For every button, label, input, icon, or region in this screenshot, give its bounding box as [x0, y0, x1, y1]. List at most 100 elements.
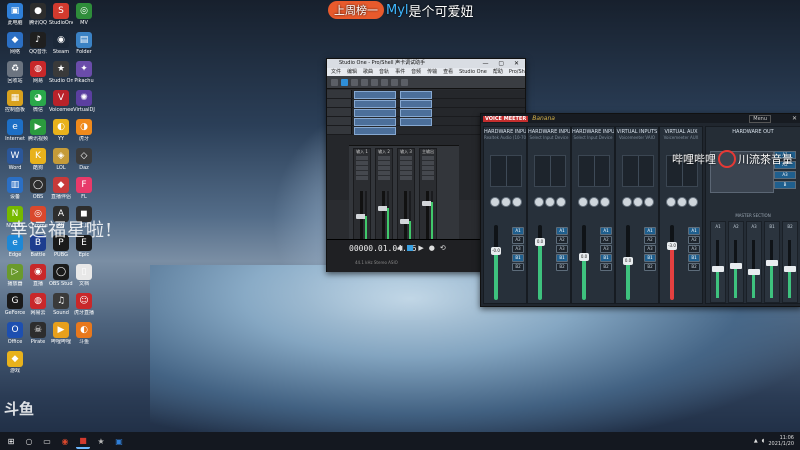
tool-eraser-icon[interactable] [371, 78, 378, 86]
strip-knob[interactable] [600, 197, 610, 207]
voicemeeter-window[interactable]: VOICE MEETER Banana Menu ✕ HARDWARE OUT … [480, 113, 800, 307]
desktop-icon[interactable]: ◈ LOL [49, 148, 73, 171]
output-bus-strip[interactable]: A2 [728, 221, 744, 303]
insert-slot[interactable] [400, 156, 412, 160]
tool-split-icon[interactable] [361, 78, 368, 86]
strip-knob[interactable] [578, 197, 588, 207]
gain-fader-track[interactable] [538, 225, 542, 300]
insert-slot[interactable] [356, 171, 368, 175]
output-fader-handle[interactable] [784, 266, 796, 272]
track-row[interactable] [327, 90, 525, 99]
studio-one-menubar[interactable]: 文件编辑歌曲音轨事件音频传输查看 Studio One 帮助 Pro/Shell 声卡… [327, 68, 525, 76]
menu-item[interactable]: 音频 [411, 69, 421, 75]
bus-route-button[interactable]: A1 [512, 227, 524, 235]
insert-slot[interactable] [356, 166, 368, 170]
bus-route-button[interactable]: A3 [556, 245, 568, 253]
strip-knob[interactable] [589, 197, 599, 207]
bus-route-button[interactable]: B1 [644, 254, 656, 262]
menu-item[interactable]: 传输 [427, 69, 437, 75]
pan-scope[interactable] [622, 155, 654, 187]
insert-slot[interactable] [356, 161, 368, 165]
bus-route-button[interactable]: A2 [600, 236, 612, 244]
input-strip[interactable]: HARDWARE INPUT 1Realtek Audio (10-70 O)-… [483, 126, 527, 304]
taskbar[interactable]: ⊞ ○ ▭ ◉ ■ ★ ▣ ▲ ◖ 11:06 2021/1/20 [0, 432, 800, 450]
input-strip[interactable]: VIRTUAL INPUTS Voicemeeter VAIO 0.0 A1 A2 A3 B… [615, 126, 659, 304]
insert-slot[interactable] [378, 161, 390, 165]
desktop-icon[interactable]: ▥ 设备 [3, 177, 27, 200]
desktop-icon[interactable]: ◐ 斗鱼 [72, 322, 96, 345]
play-button[interactable]: ▶ [418, 244, 423, 252]
tool-bend-icon[interactable] [401, 78, 408, 86]
strip-knob[interactable] [677, 197, 687, 207]
menu-item[interactable]: Studio One [459, 69, 487, 75]
desktop-icon[interactable]: ✦ Pikachu [72, 61, 96, 84]
desktop-icon[interactable]: ◐ YY [49, 119, 73, 142]
insert-slot[interactable] [400, 176, 412, 180]
pan-scope[interactable] [534, 155, 566, 187]
desktop-icon[interactable]: ★Studio One [49, 61, 73, 84]
output-bus-strip[interactable]: B2 [782, 221, 798, 303]
output-fader-handle[interactable] [730, 263, 742, 270]
insert-slot[interactable] [422, 166, 434, 170]
loop-button[interactable]: ⟲ [440, 244, 446, 252]
insert-slot[interactable] [422, 176, 434, 180]
output-fader-handle[interactable] [766, 260, 778, 267]
desktop-icon[interactable]: ▦ 控制面板 [3, 90, 27, 113]
desktop-icon[interactable]: ✺ VirtualDJ [72, 90, 96, 113]
rewind-icon[interactable]: ◀ [397, 244, 402, 252]
desktop-icon[interactable]: ▯ 文档 [72, 264, 96, 287]
stop-button[interactable] [407, 245, 414, 251]
output-bus-strip[interactable]: A3 [746, 221, 762, 303]
bus-route-button[interactable]: A3 [512, 245, 524, 253]
desktop-icon[interactable]: VVoicemeeter [49, 90, 73, 113]
gain-fader-handle[interactable]: 0.0 [535, 237, 545, 246]
desktop-icon[interactable]: G GeForce [3, 293, 27, 316]
menu-item[interactable]: 帮助 [493, 69, 503, 75]
desktop-icon[interactable]: ◑ 虎牙 [72, 119, 96, 142]
strip-knob[interactable] [501, 197, 511, 207]
desktop-icon[interactable]: ☠ Pirate [26, 322, 50, 345]
output-bus-strip[interactable]: A1 [710, 221, 726, 303]
strip-knob[interactable] [512, 197, 522, 207]
strip-device[interactable]: Realtek Audio (10-70 O) [484, 135, 526, 140]
bus-route-button[interactable]: B2 [512, 263, 524, 271]
strip-knob[interactable] [688, 197, 698, 207]
taskbar-app-icon[interactable]: ◉ [58, 434, 72, 448]
studio-one-toolbar[interactable] [327, 76, 525, 89]
gain-fader-handle[interactable]: -0.0 [491, 247, 501, 256]
insert-slot[interactable] [400, 171, 412, 175]
taskbar-app-icon[interactable]: ○ [22, 434, 36, 448]
strip-device[interactable]: Voicemeeter AUX [660, 135, 702, 140]
desktop-icon[interactable]: ◇ Daz [72, 148, 96, 171]
tool-paint-icon[interactable] [381, 78, 388, 86]
bus-route-button[interactable]: A3 [600, 245, 612, 253]
taskbar-app-icon[interactable]: ▣ [112, 434, 126, 448]
desktop-icon[interactable]: F FL [72, 177, 96, 200]
desktop-icon[interactable]: ● 腾讯QQ [26, 3, 50, 26]
insert-slot[interactable] [356, 156, 368, 160]
desktop-icon[interactable]: K 酷狗 [26, 148, 50, 171]
input-strip[interactable]: HARDWARE INPUT 3Select Input Device0.0A1… [571, 126, 615, 304]
desktop-icon[interactable]: ♻ 回收站 [3, 61, 27, 84]
desktop-icon[interactable]: ▷ 播放器 [3, 264, 27, 287]
bus-route-button[interactable]: B2 [600, 263, 612, 271]
gain-fader-handle[interactable]: -3.0 [667, 242, 677, 250]
bus-route-button[interactable]: A3 [644, 245, 656, 253]
bus-route-button[interactable]: B2 [688, 263, 700, 271]
menu-item[interactable]: Pro/Shell 声卡调试助手 [509, 69, 525, 75]
menu-item[interactable]: 文件 [331, 69, 341, 75]
record-button[interactable]: ● [429, 244, 435, 252]
strip-knob[interactable] [556, 197, 566, 207]
network-icon[interactable]: ▲ [754, 438, 758, 444]
desktop-icon[interactable]: ♪ QQ音乐 [26, 32, 50, 55]
desktop-icon[interactable]: ◍ 网易云 [26, 293, 50, 316]
menu-item[interactable]: 事件 [395, 69, 405, 75]
studio-one-titlebar[interactable]: Studio One - Pro/Shell 声卡调试助手 — ▢ ✕ [327, 59, 525, 68]
taskbar-app-icon[interactable]: ★ [94, 434, 108, 448]
tool-select-icon[interactable] [331, 78, 338, 86]
desktop-icon[interactable]: ◎ MV [72, 3, 96, 26]
desktop-icon[interactable]: ▶ 哔哩哔哩 [49, 322, 73, 345]
close-icon[interactable]: ✕ [792, 115, 797, 122]
insert-slot[interactable] [378, 156, 390, 160]
out-a3-button[interactable]: A3 [774, 171, 796, 179]
